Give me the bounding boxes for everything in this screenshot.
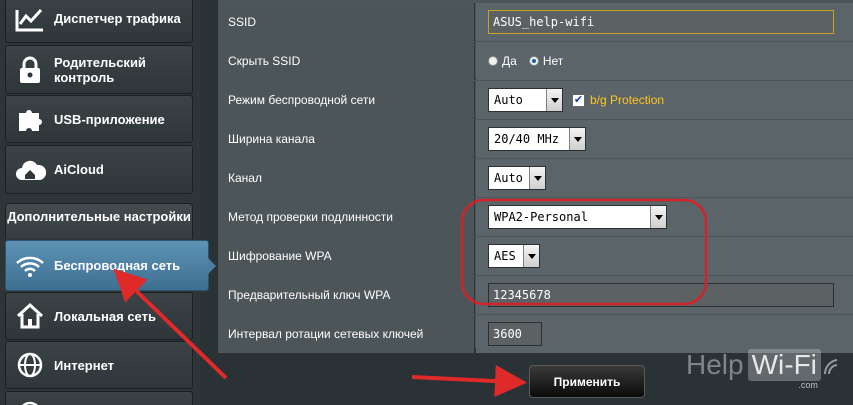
sidebar-item-label: USB-приложение xyxy=(54,111,165,127)
channel-width-label: Ширина канала xyxy=(218,120,475,158)
house-icon xyxy=(6,302,54,330)
sidebar-item-label: Родительский контроль xyxy=(54,54,146,85)
watermark-logo: Help Wi-Fi .com xyxy=(686,345,839,390)
sidebar-item-aicloud[interactable]: AiCloud xyxy=(5,145,193,194)
wpa-key-label: Предварительный ключ WPA xyxy=(218,276,475,314)
annotation-arrow-apply xyxy=(411,365,527,398)
sidebar-item-label: Интернет xyxy=(54,357,115,373)
row-channel: Канал Auto xyxy=(218,159,853,197)
chevron-down-icon xyxy=(650,206,666,228)
auth-method-value: WPA2-Personal xyxy=(489,206,650,228)
sidebar-item-partial[interactable] xyxy=(5,391,193,405)
radio-no-label: Нет xyxy=(542,54,564,68)
sidebar-item-wireless[interactable]: Беспроводная сеть xyxy=(5,240,216,291)
channel-select[interactable]: Auto xyxy=(488,166,546,190)
globe-partial-icon xyxy=(6,399,54,405)
radio-yes-label: Да xyxy=(502,54,517,68)
ssid-input[interactable]: ASUS_help-wifi xyxy=(488,10,834,34)
row-channel-width: Ширина канала 20/40 MHz xyxy=(218,120,853,158)
wpa-encryption-label: Шифрование WPA xyxy=(218,237,475,275)
key-rotation-label: Интервал ротации сетевых ключей xyxy=(218,315,475,353)
globe-icon xyxy=(6,351,54,379)
radio-circle xyxy=(488,56,498,66)
hide-ssid-label: Скрыть SSID xyxy=(218,42,475,80)
sidebar-item-usb-app[interactable]: USB-приложение xyxy=(5,95,193,143)
hide-ssid-no-radio[interactable]: Нет xyxy=(528,54,564,68)
row-wireless-mode: Режим беспроводной сети Auto ✔ b/g Prote… xyxy=(218,81,853,119)
sidebar-item-label: Диспетчер трафика xyxy=(54,11,181,26)
cloud-home-icon xyxy=(6,156,54,184)
channel-value: Auto xyxy=(489,167,529,189)
advanced-settings-header: Дополнительные настройки xyxy=(5,203,193,239)
bg-protection-label: b/g Protection xyxy=(590,93,665,107)
channel-width-select[interactable]: 20/40 MHz xyxy=(488,127,586,151)
wpa-key-input[interactable]: 12345678 xyxy=(488,283,834,307)
row-ssid: SSID ASUS_help-wifi xyxy=(218,3,853,41)
hide-ssid-yes-radio[interactable]: Да xyxy=(488,54,517,68)
row-hide-ssid: Скрыть SSID Да Нет xyxy=(218,42,853,80)
sidebar-item-label: Беспроводная сеть xyxy=(54,258,181,273)
sidebar-item-label: AiCloud xyxy=(54,162,104,177)
wireless-mode-label: Режим беспроводной сети xyxy=(218,81,475,119)
chevron-down-icon xyxy=(546,89,562,111)
chevron-down-icon xyxy=(569,128,585,150)
wpa-encryption-select[interactable]: AES xyxy=(488,244,540,268)
bg-protection-checkbox[interactable]: ✔ xyxy=(572,93,585,107)
chevron-down-icon xyxy=(523,245,539,267)
traffic-chart-icon xyxy=(6,6,54,32)
puzzle-icon xyxy=(6,104,54,134)
key-rotation-input[interactable]: 3600 xyxy=(488,322,542,346)
sidebar-item-traffic-manager[interactable]: Диспетчер трафика xyxy=(5,0,193,43)
wpa-encryption-value: AES xyxy=(489,245,523,267)
watermark-wifi: Wi-Fi .com xyxy=(747,349,821,390)
auth-method-select[interactable]: WPA2-Personal xyxy=(488,205,667,229)
wireless-settings-panel: SSID ASUS_help-wifi Скрыть SSID Да Нет Р… xyxy=(218,0,853,353)
sidebar-item-label: Локальная сеть xyxy=(54,308,156,324)
watermark-com: .com xyxy=(798,380,818,390)
row-wpa-key: Предварительный ключ WPA 12345678 xyxy=(218,276,853,314)
wireless-mode-select[interactable]: Auto xyxy=(488,88,563,112)
apply-button[interactable]: Применить xyxy=(529,365,645,398)
wifi-icon xyxy=(6,254,54,278)
lock-icon xyxy=(6,55,54,85)
watermark-wifi-icon xyxy=(823,359,838,375)
wireless-mode-value: Auto xyxy=(489,89,546,111)
sidebar-item-parental-control[interactable]: Родительский контроль xyxy=(5,45,193,94)
ssid-label: SSID xyxy=(218,3,475,41)
channel-width-value: 20/40 MHz xyxy=(489,128,569,150)
sidebar-item-internet[interactable]: Интернет xyxy=(5,341,193,389)
radio-circle-selected xyxy=(528,56,539,66)
sidebar-item-lan[interactable]: Локальная сеть xyxy=(5,292,193,340)
channel-label: Канал xyxy=(218,159,475,197)
sidebar: Диспетчер трафика Родительский контроль … xyxy=(0,0,216,405)
row-wpa-encryption: Шифрование WPA AES xyxy=(218,237,853,275)
chevron-down-icon xyxy=(529,167,545,189)
auth-method-label: Метод проверки подлинности xyxy=(218,198,475,236)
watermark-help: Help xyxy=(686,349,744,380)
row-auth-method: Метод проверки подлинности WPA2-Personal xyxy=(218,198,853,236)
